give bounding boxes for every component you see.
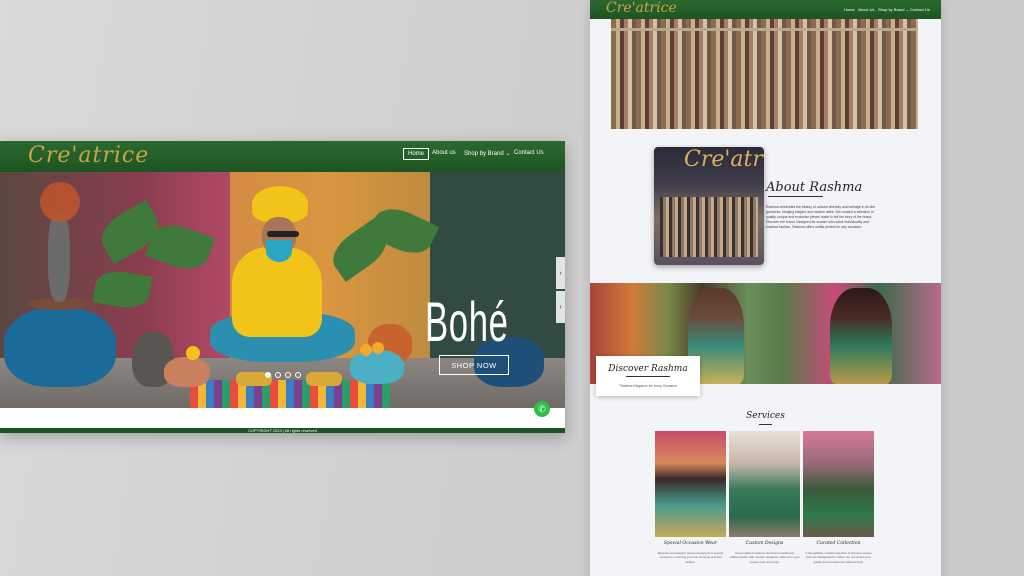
teal-bowl: [350, 350, 404, 384]
nav-home[interactable]: Home: [844, 7, 855, 12]
person-shoe: [306, 372, 342, 386]
slider-prev-arrow[interactable]: ‹: [556, 291, 565, 323]
grey-vase: [48, 212, 70, 302]
desktop-mockup: Cre'atrice Home About us Shop by Brand ⌄…: [0, 141, 565, 433]
copyright-text: COPYRIGHT 2024 | All rights reserved: [248, 428, 317, 433]
service-description: Bespoke and elegant pieces designed for …: [657, 551, 724, 564]
blue-vase: [4, 307, 116, 387]
brand-logo[interactable]: Cre'atrice: [606, 0, 677, 16]
sunglasses: [267, 231, 299, 237]
service-image-special-occasion[interactable]: [655, 431, 726, 537]
brand-logo[interactable]: Cre'atrice: [28, 143, 149, 168]
discover-subtitle: Timeless Elegance for every Occasion: [619, 384, 677, 388]
page-mockup: Cre'atrice Home About Us Shop by Brand ⌄…: [590, 0, 941, 576]
flower-pot: [164, 357, 210, 387]
divider: [768, 196, 823, 197]
person-beard: [266, 240, 292, 262]
hero-title: Bohé: [425, 290, 509, 353]
chevron-right-icon: ›: [559, 269, 562, 277]
nav-shop-by-brand[interactable]: Shop by Brand ⌄: [464, 150, 510, 157]
chevron-left-icon: ‹: [559, 303, 562, 311]
yellow-flower: [186, 346, 200, 360]
flowers: [40, 182, 80, 222]
service-description: A thoughtfully curated selection of time…: [805, 551, 872, 564]
nav-shop-by-brand-label: Shop by Brand: [878, 7, 905, 12]
slider-dot[interactable]: [265, 372, 271, 378]
clothing-racks-image: [611, 19, 918, 129]
discover-card: Discover Rashma Timeless Elegance for ev…: [596, 356, 700, 396]
service-image-custom-designs[interactable]: [729, 431, 800, 537]
nav-about-us[interactable]: About Us: [858, 7, 874, 12]
chevron-down-icon: ⌄: [505, 151, 511, 157]
hero-rug: [190, 380, 390, 408]
rack-bar: [611, 28, 918, 31]
divider: [626, 376, 670, 377]
hero-slider: Bohé SHOP NOW: [0, 172, 565, 408]
discover-title: Discover Rashma: [608, 364, 688, 374]
service-name: Curated Collection: [816, 541, 861, 546]
orange-fruit: [372, 342, 384, 354]
about-title: About Rashma: [766, 180, 863, 195]
divider: [759, 424, 772, 425]
orange-fruit: [360, 344, 372, 356]
nav-shop-by-brand[interactable]: Shop by Brand ⌄: [878, 7, 909, 12]
nav-contact-us[interactable]: Contact Us: [910, 7, 930, 12]
nav-shop-by-brand-label: Shop by Brand: [464, 151, 504, 157]
nav-about-us[interactable]: About us: [432, 150, 456, 156]
service-name: Special Occasion Wear: [663, 541, 718, 546]
service-description: Personalized creations that blend tradit…: [729, 551, 800, 564]
service-image-curated-collection[interactable]: [803, 431, 874, 537]
slider-dot[interactable]: [295, 372, 301, 378]
shop-now-button[interactable]: SHOP NOW: [439, 355, 509, 375]
store-racks: [660, 197, 758, 257]
slider-dot[interactable]: [285, 372, 291, 378]
chevron-down-icon: ⌄: [905, 7, 909, 12]
services-title: Services: [746, 411, 785, 421]
nav-contact-us[interactable]: Contact Us: [514, 150, 544, 156]
slider-dot[interactable]: [275, 372, 281, 378]
plant-leaf: [92, 267, 153, 312]
store-sign: Cre'atrice: [684, 147, 764, 172]
about-text: Rashma celebrates the beauty of cultural…: [766, 205, 876, 229]
whatsapp-icon[interactable]: ✆: [534, 401, 550, 417]
service-name: Custom Designs: [745, 541, 784, 546]
slider-next-arrow[interactable]: ›: [556, 257, 565, 289]
store-photo: Cre'atrice: [654, 147, 764, 265]
nav-home[interactable]: Home: [403, 148, 430, 160]
model-figure: [830, 288, 892, 384]
